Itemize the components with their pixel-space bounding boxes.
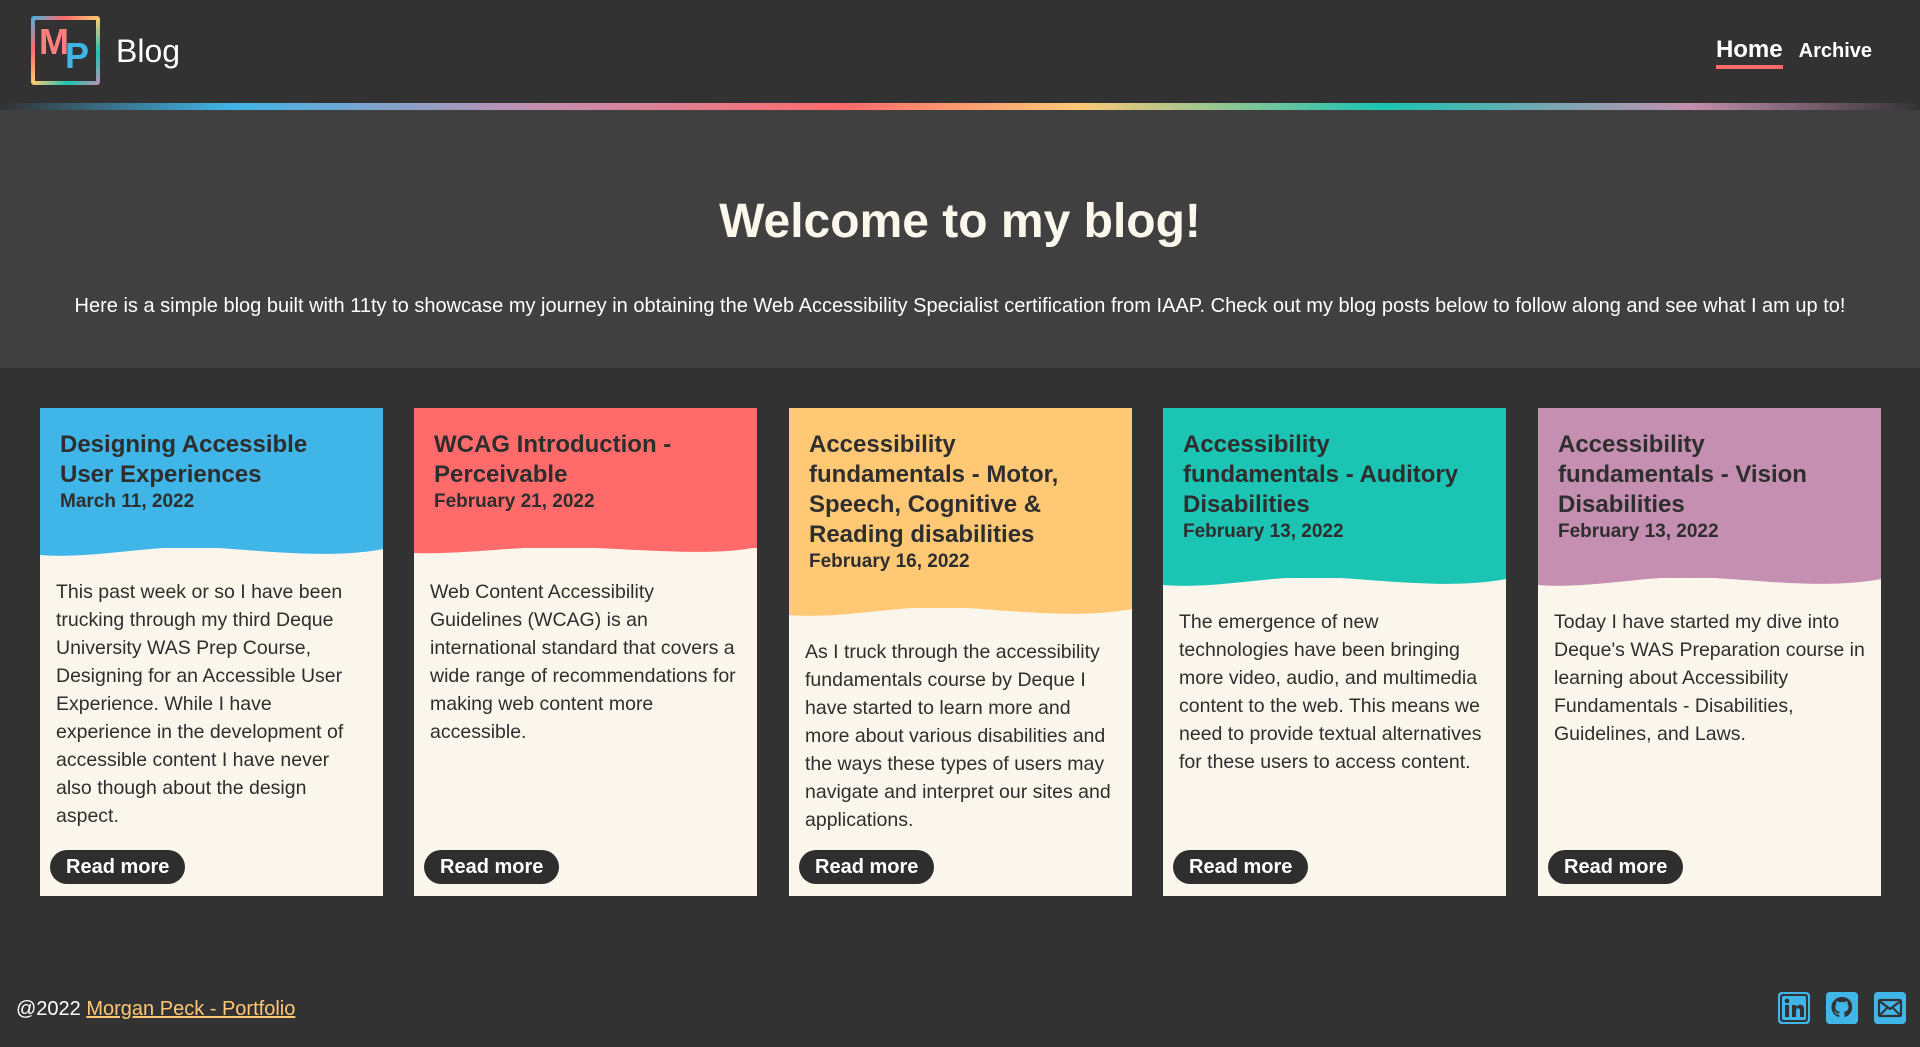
post-card: WCAG Introduction - Perceivable February… <box>414 408 757 896</box>
card-header: Accessibility fundamentals - Motor, Spee… <box>789 408 1132 616</box>
hero-intro: Here is a simple blog built with 11ty to… <box>74 295 1846 317</box>
post-card: Accessibility fundamentals - Auditory Di… <box>1163 408 1506 896</box>
post-excerpt: The emergence of new technologies have b… <box>1179 611 1482 773</box>
site-footer: @2022 Morgan Peck - Portfolio <box>0 990 1920 1030</box>
post-date: February 16, 2022 <box>809 551 970 572</box>
post-date: March 11, 2022 <box>60 491 195 512</box>
rainbow-divider <box>0 103 1920 110</box>
social-links <box>1778 992 1906 1024</box>
post-excerpt: Today I have started my dive into Deque'… <box>1554 611 1865 745</box>
copyright: @2022 Morgan Peck - Portfolio <box>16 998 295 1021</box>
page-title: Welcome to my blog! <box>719 195 1201 248</box>
card-wave <box>40 547 383 556</box>
post-excerpt: Web Content Accessibility Guidelines (WC… <box>430 581 736 743</box>
read-more-button[interactable]: Read more <box>1548 850 1684 884</box>
card-wave <box>1163 577 1506 586</box>
card-wave <box>414 547 757 554</box>
post-card: Designing Accessible User Experiences Ma… <box>40 408 383 896</box>
site-header: M P Blog Home Archive <box>0 0 1920 110</box>
portfolio-link[interactable]: Morgan Peck - Portfolio <box>86 998 295 1020</box>
card-wave <box>789 607 1132 616</box>
hero-section: Welcome to my blog! Here is a simple blo… <box>0 110 1920 368</box>
github-glyph <box>1826 992 1858 1024</box>
logo-letter-p: P <box>65 35 90 76</box>
linkedin-glyph <box>1778 992 1810 1024</box>
card-header: Accessibility fundamentals - Auditory Di… <box>1163 408 1506 586</box>
site-title[interactable]: Blog <box>116 33 180 70</box>
post-card: Accessibility fundamentals - Motor, Spee… <box>789 408 1132 896</box>
post-excerpt: As I truck through the accessibility fun… <box>805 641 1111 831</box>
site-logo[interactable]: M P <box>31 16 100 85</box>
copyright-year: @2022 <box>16 998 81 1020</box>
read-more-button[interactable]: Read more <box>1173 850 1309 884</box>
main-nav: Home Archive <box>1715 36 1872 69</box>
card-header: Designing Accessible User Experiences Ma… <box>40 408 383 556</box>
nav-archive-link[interactable]: Archive <box>1799 40 1872 63</box>
github-icon[interactable] <box>1826 992 1858 1024</box>
post-date: February 13, 2022 <box>1558 521 1719 542</box>
card-header: Accessibility fundamentals - Vision Disa… <box>1538 408 1881 586</box>
post-card: Accessibility fundamentals - Vision Disa… <box>1538 408 1881 896</box>
post-date: February 21, 2022 <box>434 491 595 512</box>
read-more-button[interactable]: Read more <box>799 850 935 884</box>
card-wave <box>1538 577 1881 586</box>
post-title[interactable]: Designing Accessible User Experiences <box>60 430 363 490</box>
post-excerpt: This past week or so I have been truckin… <box>56 581 344 827</box>
read-more-button[interactable]: Read more <box>424 850 560 884</box>
linkedin-icon[interactable] <box>1778 992 1810 1024</box>
post-title[interactable]: Accessibility fundamentals - Motor, Spee… <box>809 430 1112 550</box>
post-title[interactable]: Accessibility fundamentals - Auditory Di… <box>1183 430 1486 520</box>
read-more-button[interactable]: Read more <box>50 850 186 884</box>
post-date: February 13, 2022 <box>1183 521 1344 542</box>
email-glyph <box>1874 992 1906 1024</box>
post-title[interactable]: WCAG Introduction - Perceivable <box>434 430 737 490</box>
card-header: WCAG Introduction - Perceivable February… <box>414 408 757 554</box>
nav-home-link[interactable]: Home <box>1715 36 1783 69</box>
email-icon[interactable] <box>1874 992 1906 1024</box>
post-title[interactable]: Accessibility fundamentals - Vision Disa… <box>1558 430 1861 520</box>
